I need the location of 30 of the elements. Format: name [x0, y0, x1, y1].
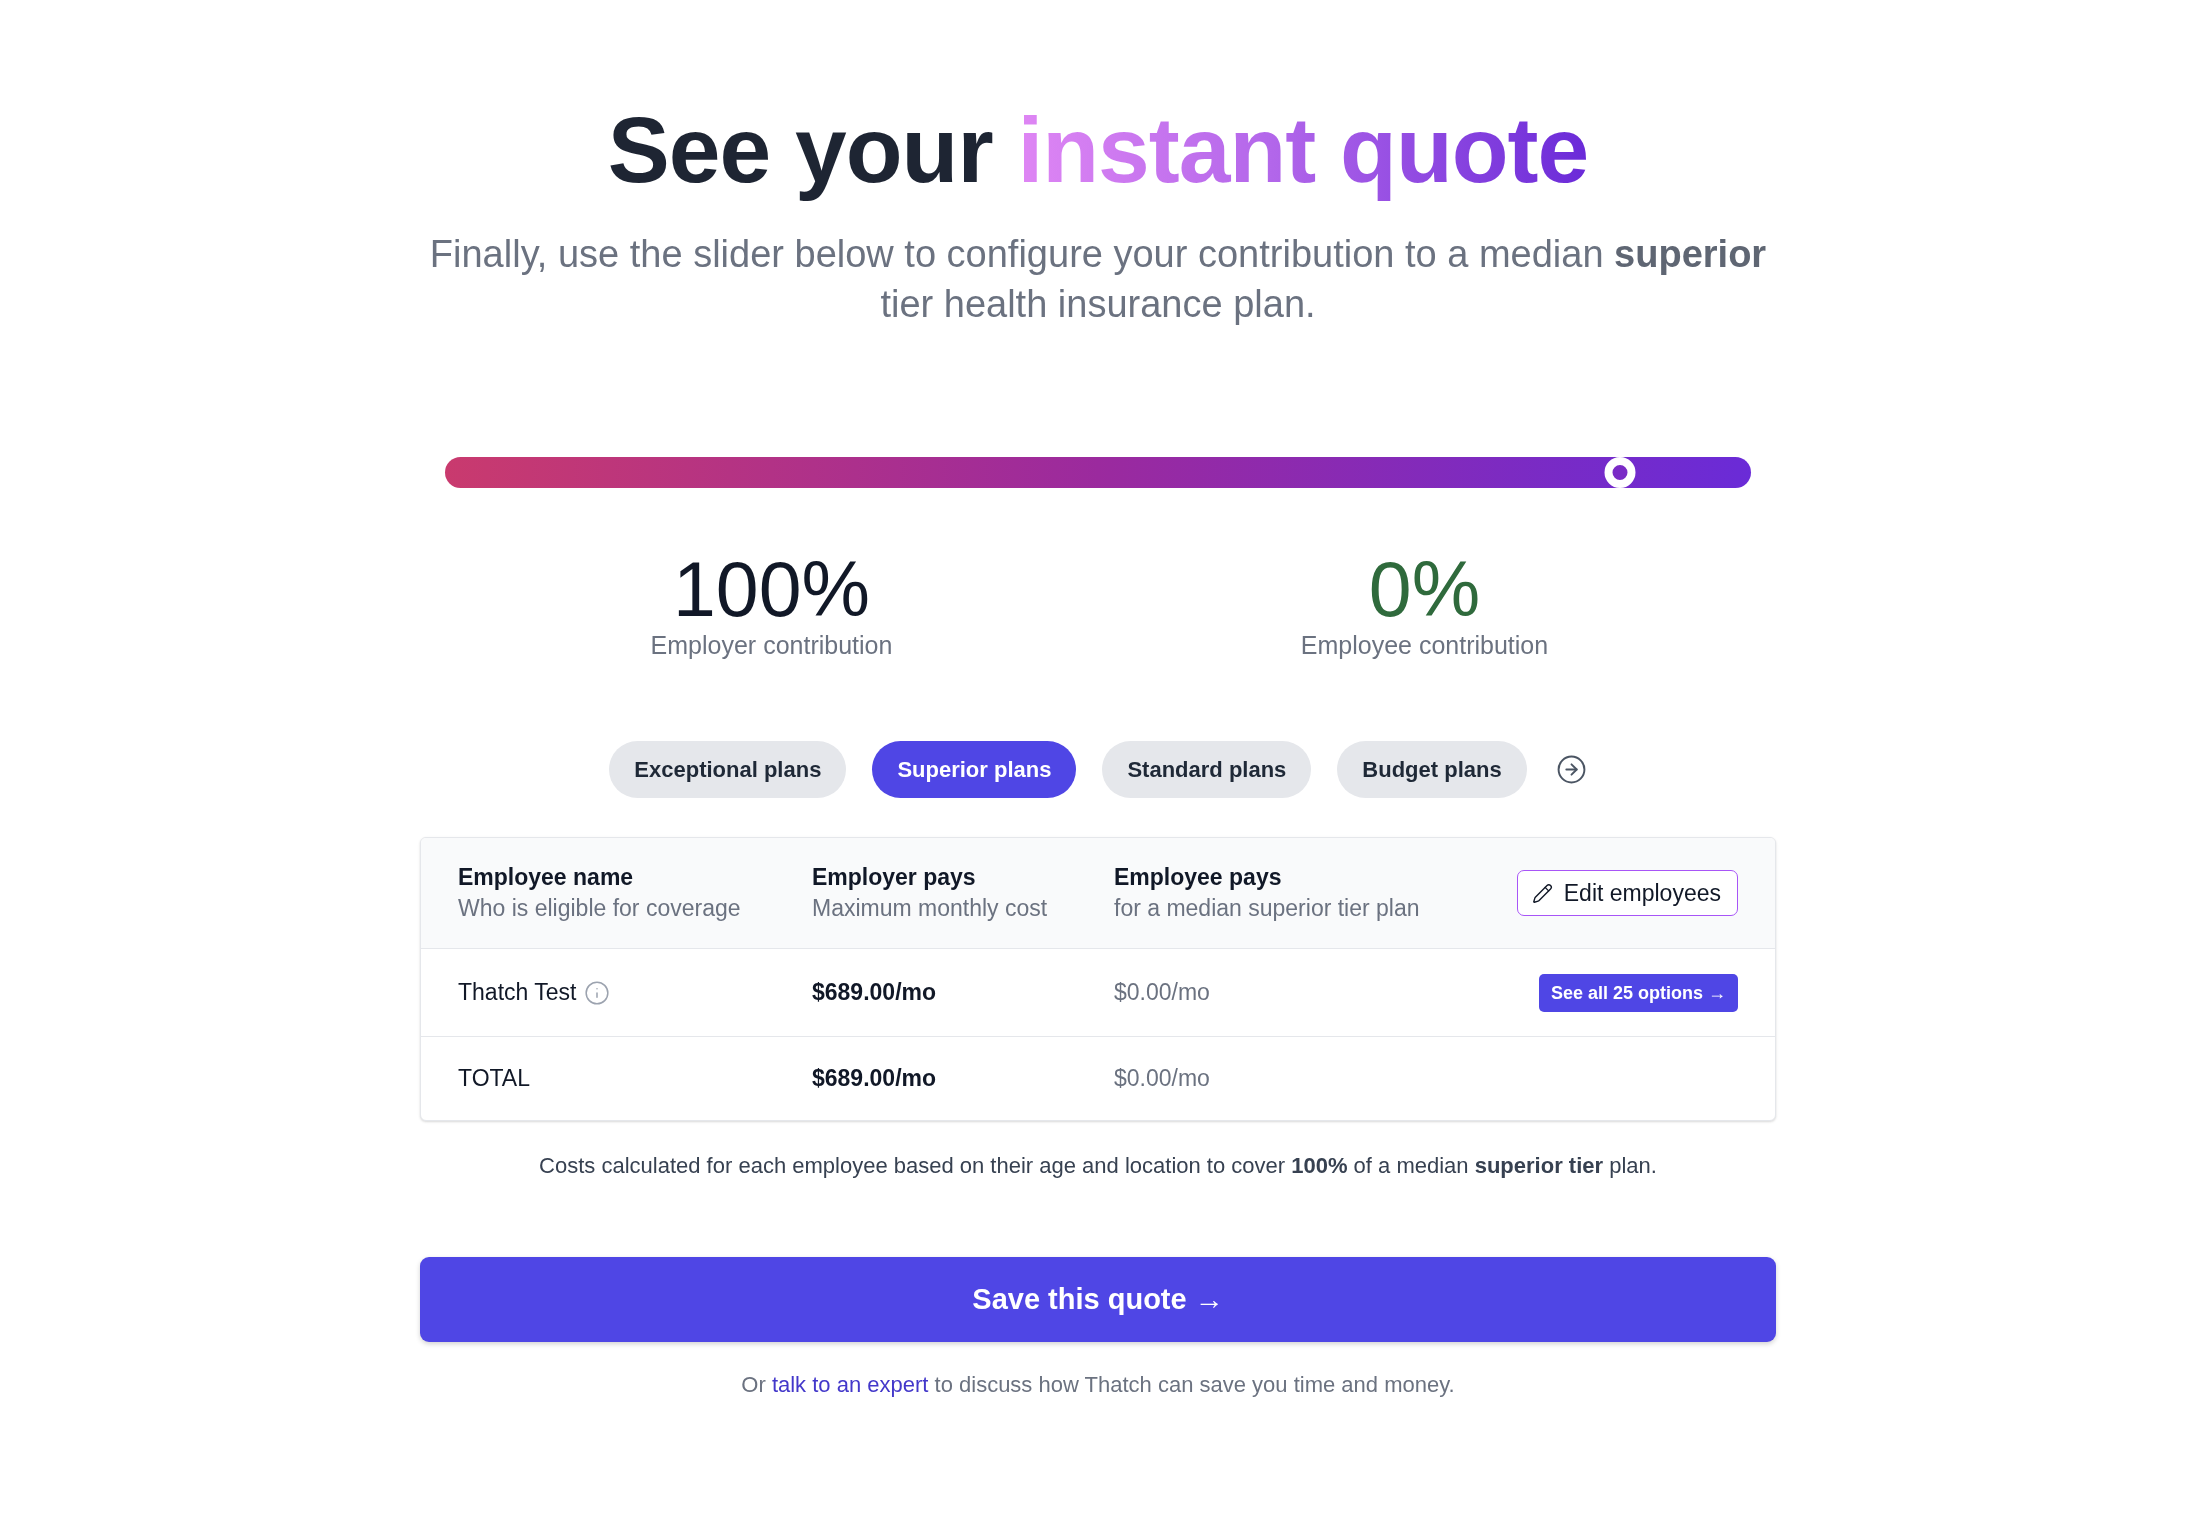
plan-tab[interactable]: Superior plans — [872, 741, 1077, 799]
slider-track[interactable] — [445, 457, 1751, 489]
edit-employees-button[interactable]: Edit employees — [1516, 870, 1738, 917]
employer-cost: $689.00/mo — [812, 978, 938, 1008]
column-subtitle: Maximum monthly cost — [812, 894, 1049, 924]
contribution-label: Employee contribution — [1300, 630, 1549, 662]
footer-text: Or talk to an expert to discuss how Thatch can save you time and money. — [741, 1371, 1455, 1400]
plan-tab[interactable]: Exceptional plans — [609, 741, 847, 799]
total-label: TOTAL — [458, 1064, 531, 1094]
plan-tab[interactable]: Budget plans — [1337, 741, 1527, 799]
plan-tab[interactable]: Standard plans — [1102, 741, 1312, 799]
cost-note: Costs calculated for each employee based on their age and location to cover 100% of a median superior tier plan. — [539, 1152, 1657, 1181]
column-title: Employee name — [458, 863, 635, 893]
employee-cost: $0.00/mo — [1114, 1064, 1211, 1094]
employee-name: Thatch Test — [458, 978, 577, 1008]
contribution-percent: 0% — [1368, 550, 1481, 629]
slider-thumb[interactable] — [1604, 457, 1636, 489]
save-quote-button[interactable]: Save this quote → — [420, 1257, 1776, 1343]
column-subtitle: for a median superior tier plan — [1114, 894, 1421, 924]
column-title: Employee pays — [1114, 863, 1283, 893]
contribution-label: Employer contribution — [650, 630, 893, 662]
employee-cost: $0.00/mo — [1114, 978, 1211, 1008]
expert-link[interactable]: talk to an expert — [771, 1372, 929, 1398]
options-button[interactable]: See all 25 options → — [1538, 973, 1738, 1012]
column-title: Employer pays — [812, 863, 977, 893]
employer-cost: $689.00/mo — [812, 1064, 938, 1094]
column-subtitle: Who is eligible for coverage — [458, 894, 742, 924]
pencil-icon — [1531, 882, 1553, 904]
page-subtitle: Finally, use the slider below to configure your contribution to a median superior tier health insurance plan. — [428, 232, 1768, 328]
contribution-percent: 100% — [673, 550, 870, 629]
